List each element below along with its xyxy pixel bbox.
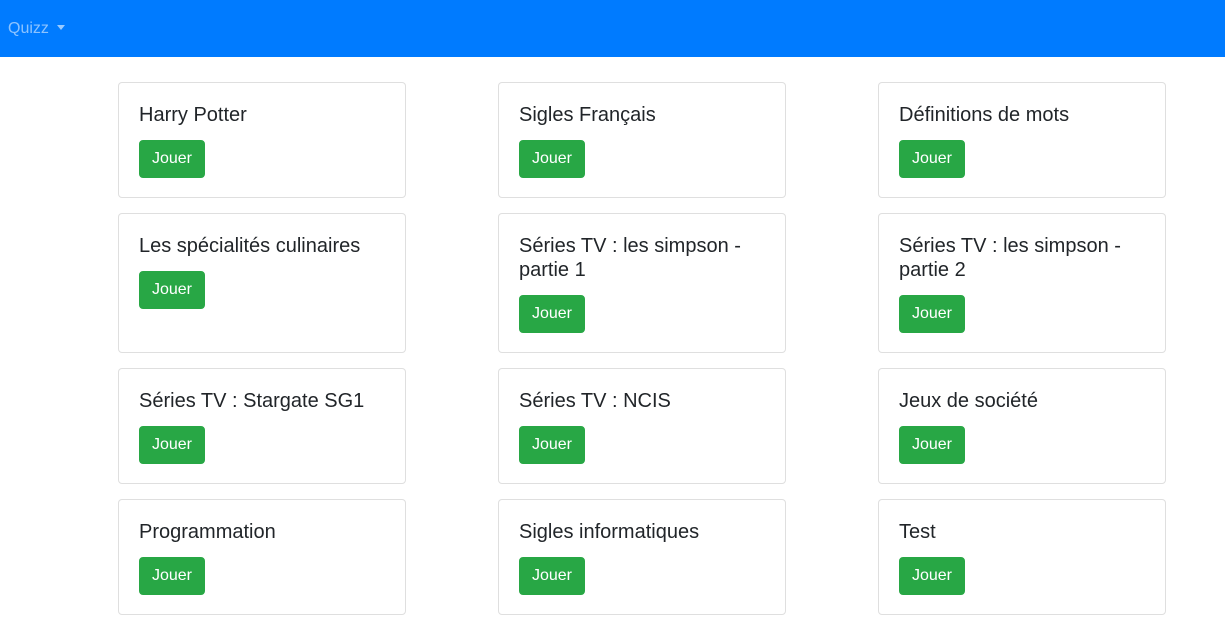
play-button[interactable]: Jouer xyxy=(519,557,585,595)
quiz-title: Définitions de mots xyxy=(899,104,1070,126)
quiz-card: Harry Potter Jouer xyxy=(118,82,406,198)
quiz-card: Programmation Jouer xyxy=(118,499,406,615)
quiz-card: Jeux de société Jouer xyxy=(878,368,1166,484)
quiz-title: Programmation xyxy=(139,521,276,543)
quiz-card: Séries TV : NCIS Jouer xyxy=(498,368,786,484)
quiz-title: Séries TV : les simpson - partie 1 xyxy=(519,235,741,281)
quiz-card: Séries TV : Stargate SG1 Jouer xyxy=(118,368,406,484)
quiz-card: Les spécialités culinaires Jouer xyxy=(118,213,406,353)
play-button[interactable]: Jouer xyxy=(519,426,585,464)
play-button[interactable]: Jouer xyxy=(899,140,965,178)
quiz-card-grid: Harry Potter Jouer Sigles Français Jouer… xyxy=(0,0,1225,622)
quiz-title: Séries TV : NCIS xyxy=(519,390,671,412)
play-button[interactable]: Jouer xyxy=(519,295,585,333)
quiz-title: Séries TV : les simpson - partie 2 xyxy=(899,235,1121,281)
quiz-card: Séries TV : les simpson - partie 1 Jouer xyxy=(498,213,786,353)
play-button[interactable]: Jouer xyxy=(139,271,205,309)
quiz-title: Sigles informatiques xyxy=(519,521,700,543)
play-button[interactable]: Jouer xyxy=(139,426,205,464)
quiz-title: Jeux de société xyxy=(899,390,1038,412)
play-button[interactable]: Jouer xyxy=(899,295,965,333)
quiz-card: Sigles Français Jouer xyxy=(498,82,786,198)
quiz-card: Test Jouer xyxy=(878,499,1166,615)
play-button[interactable]: Jouer xyxy=(519,140,585,178)
quiz-card: Séries TV : les simpson - partie 2 Jouer xyxy=(878,213,1166,353)
play-button[interactable]: Jouer xyxy=(899,557,965,595)
quiz-title: Séries TV : Stargate SG1 xyxy=(139,390,365,412)
quiz-card: Définitions de mots Jouer xyxy=(878,82,1166,198)
quiz-title: Harry Potter xyxy=(139,104,247,126)
quiz-title: Les spécialités culinaires xyxy=(139,235,361,257)
play-button[interactable]: Jouer xyxy=(899,426,965,464)
play-button[interactable]: Jouer xyxy=(139,557,205,595)
quiz-title: Test xyxy=(899,521,936,543)
quiz-title: Sigles Français xyxy=(519,104,656,126)
play-button[interactable]: Jouer xyxy=(139,140,205,178)
quiz-card: Sigles informatiques Jouer xyxy=(498,499,786,615)
